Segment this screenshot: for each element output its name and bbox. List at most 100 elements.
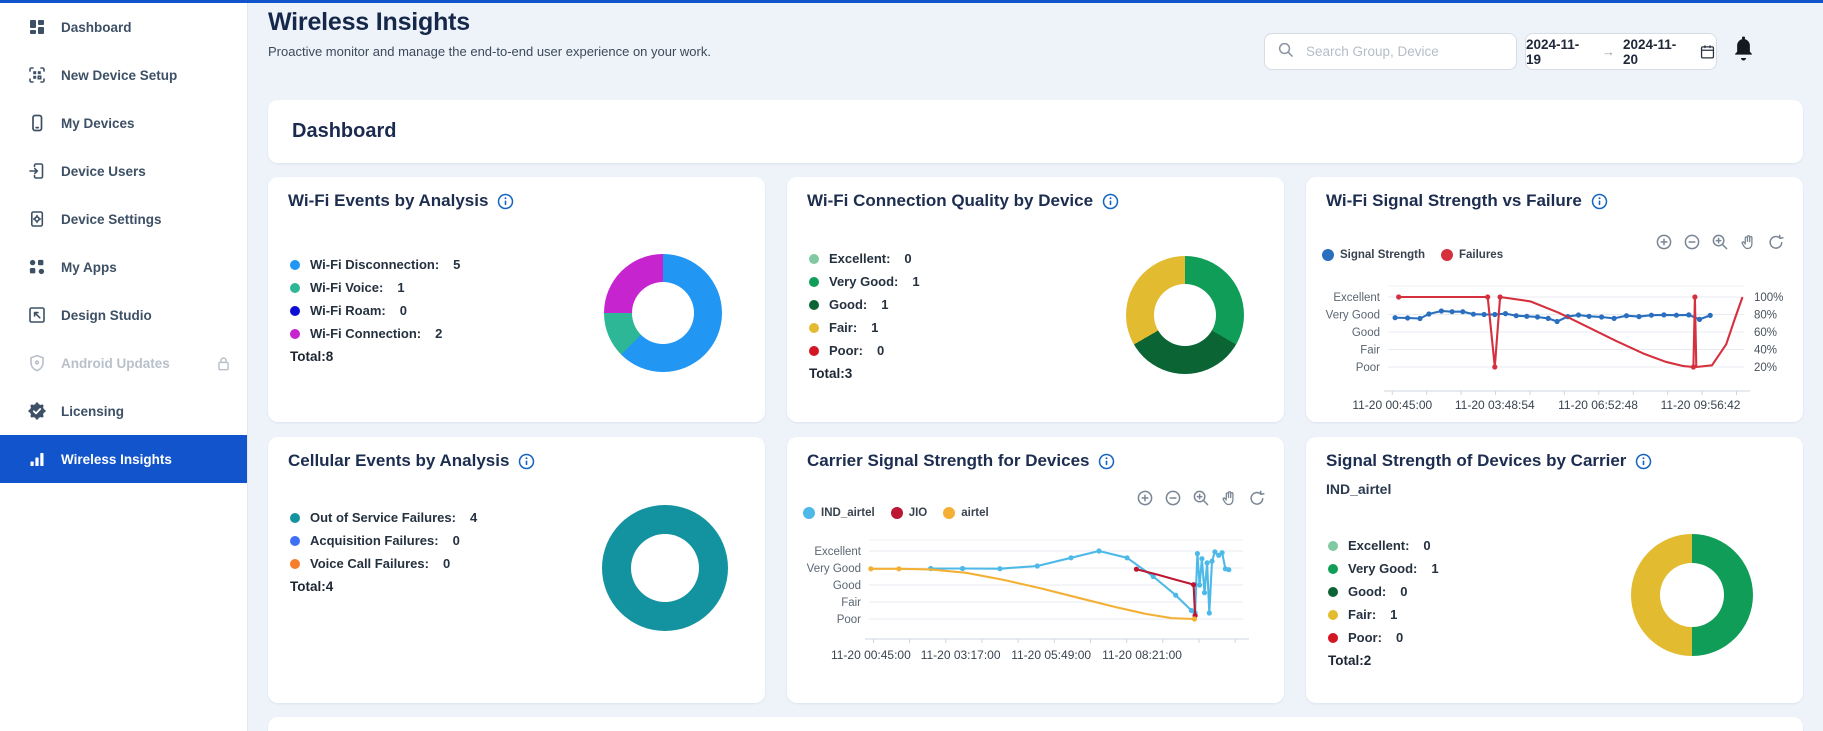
series-legend-item[interactable]: Signal Strength: [1322, 249, 1425, 261]
series-legend-item[interactable]: Failures: [1441, 249, 1503, 261]
wifi-events-legend: Wi-Fi Disconnection:5Wi-Fi Voice:1Wi-Fi …: [290, 257, 460, 364]
search-box[interactable]: [1264, 33, 1517, 70]
legend-item: Wi-Fi Roam:0: [290, 303, 460, 318]
legend-item: Good: 1: [809, 297, 920, 312]
legend-value: 1: [881, 297, 888, 312]
sidebar-item-new-device-setup[interactable]: New Device Setup: [0, 51, 247, 99]
carrier-name-label: IND_airtel: [1326, 481, 1391, 497]
legend-value: 0: [443, 556, 450, 571]
legend-total: Total:2: [1328, 653, 1439, 668]
reset-icon[interactable]: [1767, 233, 1785, 251]
search-icon: [1277, 41, 1294, 63]
series-legend-item[interactable]: IND_airtel: [803, 507, 875, 519]
sidebar-item-design-studio[interactable]: Design Studio: [0, 291, 247, 339]
sidebar-item-licensing[interactable]: Licensing: [0, 387, 247, 435]
card-cellular-events: Cellular Events by Analysis Out of Servi…: [268, 437, 765, 703]
cellular-events-legend: Out of Service Failures:4Acquisition Fai…: [290, 510, 477, 594]
legend-value: 0: [877, 343, 884, 358]
zoom-in-icon[interactable]: [1136, 489, 1154, 507]
sidebar-item-device-users[interactable]: Device Users: [0, 147, 247, 195]
bar-chart-icon: [27, 449, 47, 469]
sidebar-item-wireless-insights[interactable]: Wireless Insights: [0, 435, 247, 483]
legend-color-dot: [290, 536, 300, 546]
legend-label: Acquisition Failures:: [310, 533, 439, 548]
series-legend-item[interactable]: JIO: [891, 507, 928, 519]
wifi-events-donut-chart: [604, 254, 722, 372]
reset-icon[interactable]: [1248, 489, 1266, 507]
section-title: Dashboard: [292, 120, 396, 143]
shield-icon: [27, 353, 47, 373]
legend-label: Excellent:: [1348, 538, 1409, 553]
svg-text:Poor: Poor: [837, 614, 861, 626]
legend-label: Good:: [829, 297, 867, 312]
pan-hand-icon[interactable]: [1220, 489, 1238, 507]
area-zoom-icon[interactable]: [1192, 489, 1210, 507]
chart-legend: IND_airtel JIO airtel: [803, 507, 989, 519]
legend-label: Poor:: [829, 343, 863, 358]
svg-text:Good: Good: [833, 580, 861, 592]
legend-label: Very Good:: [1348, 561, 1417, 576]
sidebar-item-my-apps[interactable]: My Apps: [0, 243, 247, 291]
info-icon[interactable]: [1635, 453, 1652, 470]
svg-text:Excellent: Excellent: [1333, 292, 1380, 304]
legend-item: Fair:1: [809, 320, 920, 335]
date-range-picker[interactable]: 2024-11-19 → 2024-11-20: [1525, 33, 1717, 70]
series-label: Failures: [1459, 249, 1503, 261]
legend-value: 0: [1423, 538, 1430, 553]
sidebar-item-label: Wireless Insights: [61, 452, 172, 467]
sidebar-item-label: Dashboard: [61, 20, 132, 35]
svg-text:60%: 60%: [1754, 327, 1777, 339]
legend-color-dot: [290, 283, 300, 293]
legend-value: 5: [453, 257, 460, 272]
legend-color-dot: [809, 277, 819, 287]
sidebar-item-device-settings[interactable]: Device Settings: [0, 195, 247, 243]
device-settings-icon: [27, 209, 47, 229]
sidebar-item-label: New Device Setup: [61, 68, 177, 83]
svg-text:11-20 03:48:54: 11-20 03:48:54: [1455, 398, 1535, 412]
info-icon[interactable]: [1098, 453, 1115, 470]
chart-toolbar: [1655, 233, 1785, 251]
legend-value: 1: [912, 274, 919, 289]
zoom-out-icon[interactable]: [1683, 233, 1701, 251]
info-icon[interactable]: [1102, 193, 1119, 210]
info-icon[interactable]: [1591, 193, 1608, 210]
svg-text:40%: 40%: [1754, 345, 1777, 357]
legend-value: 0: [904, 251, 911, 266]
legend-value: 0: [1396, 630, 1403, 645]
legend-color-dot: [290, 306, 300, 316]
legend-item: Wi-Fi Disconnection: 5: [290, 257, 460, 272]
legend-color-dot: [809, 346, 819, 356]
qr-scan-icon: [27, 65, 47, 85]
info-icon[interactable]: [497, 193, 514, 210]
zoom-in-icon[interactable]: [1655, 233, 1673, 251]
notifications-bell-icon[interactable]: [1731, 34, 1757, 64]
sidebar-item-my-devices[interactable]: My Devices: [0, 99, 247, 147]
legend-item: Excellent: 0: [1328, 538, 1439, 553]
chart-legend: Signal Strength Failures: [1322, 249, 1503, 261]
legend-label: Poor:: [1348, 630, 1382, 645]
search-input[interactable]: [1304, 43, 1504, 60]
apps-icon: [27, 257, 47, 277]
legend-label: Out of Service Failures:: [310, 510, 456, 525]
legend-label: Wi-Fi Disconnection:: [310, 257, 439, 272]
info-icon[interactable]: [518, 453, 535, 470]
pan-hand-icon[interactable]: [1739, 233, 1757, 251]
date-arrow-icon: →: [1602, 44, 1615, 59]
legend-value: 0: [400, 303, 407, 318]
sidebar-item-android-updates[interactable]: Android Updates: [0, 339, 247, 387]
legend-value: 0: [1400, 584, 1407, 599]
sidebar-item-label: Design Studio: [61, 308, 152, 323]
signal-by-carrier-legend: Excellent:0Very Good:1Good:0Fair:1Poor:0…: [1328, 538, 1439, 668]
legend-label: Good:: [1348, 584, 1386, 599]
legend-color-dot: [1328, 633, 1338, 643]
series-color-dot: [1322, 249, 1334, 261]
area-zoom-icon[interactable]: [1711, 233, 1729, 251]
zoom-out-icon[interactable]: [1164, 489, 1182, 507]
legend-value: 1: [871, 320, 878, 335]
sidebar-item-dashboard[interactable]: Dashboard: [0, 3, 247, 51]
legend-total: Total:4: [290, 579, 477, 594]
legend-label: Wi-Fi Connection:: [310, 326, 421, 341]
svg-text:Fair: Fair: [1360, 345, 1380, 357]
series-legend-item[interactable]: airtel: [943, 507, 989, 519]
legend-value: 1: [1431, 561, 1438, 576]
